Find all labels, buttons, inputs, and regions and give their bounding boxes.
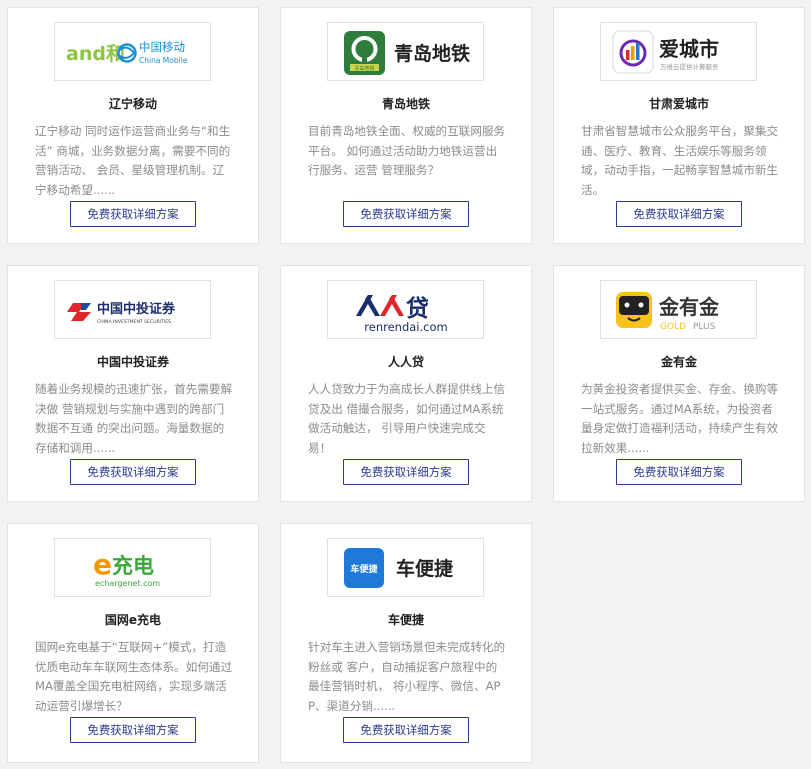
case-card-liaoning-mobile: and和 中国移动 China Mobile 辽宁移动 辽宁移动 同时运作运营商…: [7, 7, 259, 244]
case-card-renrendai: 贷 renrendai.com 人人贷 人人贷致力于为高成长人群提供线上信贷及出…: [280, 265, 532, 502]
chebianjie-logo: 车便捷 车便捷: [327, 538, 484, 597]
case-card-gansu-aicity: 爱城市 万维云提供计算服务 甘肃爱城市 甘肃省智慧城市公众服务平台，聚集交通、医…: [553, 7, 805, 244]
aicity-logo: 爱城市 万维云提供计算服务: [600, 22, 757, 81]
get-plan-button[interactable]: 免费获取详细方案: [70, 717, 196, 743]
logo-mark: and和: [66, 42, 125, 65]
logo-name: 车便捷: [396, 557, 454, 580]
jinyoujin-logo: 金有金 GOLD PLUS: [600, 280, 757, 339]
china-investment-securities-logo: 中国中投证券 CHINA INVESTMENT SECURITIES: [54, 280, 211, 339]
get-plan-button[interactable]: 免费获取详细方案: [343, 717, 469, 743]
logo-sub: China Mobile: [139, 56, 188, 65]
logo-badge: 青岛地铁: [354, 65, 374, 72]
get-plan-button[interactable]: 免费获取详细方案: [616, 459, 742, 485]
logo-name: 中国移动: [139, 40, 185, 54]
get-plan-button[interactable]: 免费获取详细方案: [70, 201, 196, 227]
logo-sub-gold: GOLD: [660, 322, 686, 332]
logo-sub-plus: PLUS: [693, 322, 716, 332]
case-description: 辽宁移动 同时运作运营商业务与“和生活” 商城，业务数据分离，需要不同的营销活动…: [35, 124, 231, 197]
get-plan-button[interactable]: 免费获取详细方案: [343, 459, 469, 485]
logo-sub: CHINA INVESTMENT SECURITIES: [97, 319, 171, 325]
logo-name: 青岛地铁: [394, 42, 470, 65]
case-description: 国网e充电基于“互联网+”模式，打造优质电动车车联网生态体系。如何通过MA覆盖全…: [35, 640, 233, 713]
case-title: 国网e充电: [104, 613, 162, 627]
case-card-china-investment-securities: 中国中投证券 CHINA INVESTMENT SECURITIES 中国中投证…: [7, 265, 259, 502]
case-description: 随着业务规模的迅速扩张，首先需要解决做 营销规划与实施中遇到的跨部门数据不互通 …: [35, 382, 233, 455]
case-card-chebianjie: 车便捷 车便捷 车便捷 针对车主进入营销场景但未完成转化的粉丝或 客户，自动捕捉…: [280, 523, 532, 763]
case-description: 针对车主进入营销场景但未完成转化的粉丝或 客户，自动捕捉客户旅程中的最佳营销时机…: [308, 640, 506, 713]
case-title: 车便捷: [387, 613, 424, 627]
case-title: 金有金: [660, 355, 697, 369]
get-plan-button[interactable]: 免费获取详细方案: [343, 201, 469, 227]
case-card-jinyoujin: 金有金 GOLD PLUS 金有金 为黄金投资者提供买金、存金、换购等一站式服务…: [553, 265, 805, 502]
logo-name: 贷: [406, 295, 429, 322]
qingdao-metro-logo: 青岛地铁 青岛地铁: [327, 22, 484, 81]
logo-sub: echargenet.com: [95, 579, 160, 588]
case-title: 人人贷: [387, 355, 424, 369]
logo-name: 爱城市: [659, 37, 719, 61]
case-description: 目前青岛地铁全面、权威的互联网服务平台。 如何通过活动助力地铁运营出行服务、运营…: [308, 124, 506, 178]
logo-mark: e: [93, 548, 112, 581]
logo-name: 金有金: [658, 295, 720, 319]
case-description: 甘肃省智慧城市公众服务平台，聚集交通、医疗、教育、生活娱乐等服务领域，动动手指，…: [581, 124, 779, 197]
case-title: 甘肃爱城市: [648, 97, 709, 111]
logo-name: 中国中投证券: [97, 301, 176, 317]
renrendai-logo: 贷 renrendai.com: [327, 280, 484, 339]
case-card-qingdao-metro: 青岛地铁 青岛地铁 青岛地铁 目前青岛地铁全面、权威的互联网服务平台。 如何通过…: [280, 7, 532, 244]
logo-sub: 万维云提供计算服务: [660, 62, 719, 71]
case-description: 人人贷致力于为高成长人群提供线上信贷及出 借撮合服务，如何通过MA系统做活动触达…: [308, 382, 506, 455]
china-mobile-logo: and和 中国移动 China Mobile: [54, 22, 211, 81]
logo-badge: 车便捷: [350, 563, 378, 575]
case-description: 为黄金投资者提供买金、存金、换购等一站式服务。通过MA系统，为投资者量身定做打造…: [581, 382, 779, 455]
get-plan-button[interactable]: 免费获取详细方案: [616, 201, 742, 227]
case-title: 中国中投证券: [96, 355, 169, 369]
echarge-logo: e 充电 echargenet.com: [54, 538, 211, 597]
case-card-state-grid-echarge: e 充电 echargenet.com 国网e充电 国网e充电基于“互联网+”模…: [7, 523, 259, 763]
case-title: 青岛地铁: [381, 97, 430, 111]
logo-name: 充电: [112, 554, 154, 578]
get-plan-button[interactable]: 免费获取详细方案: [70, 459, 196, 485]
case-title: 辽宁移动: [108, 97, 157, 111]
logo-sub: renrendai.com: [364, 320, 447, 334]
